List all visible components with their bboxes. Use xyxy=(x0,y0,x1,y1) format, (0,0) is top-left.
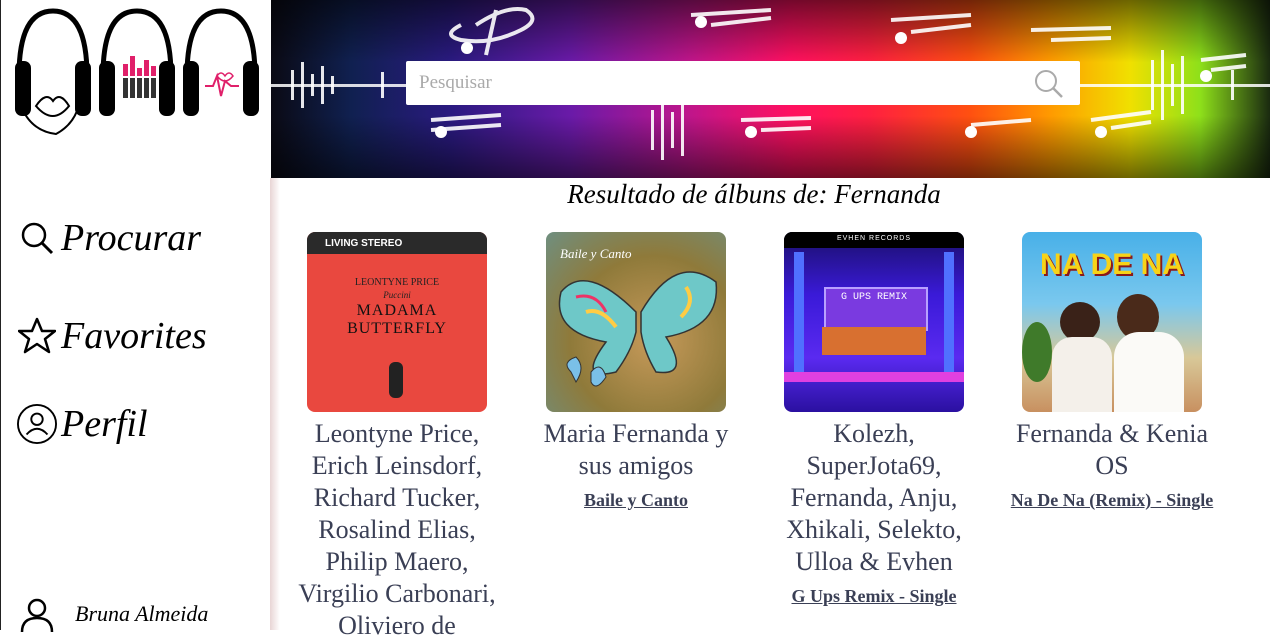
cover-top-text: LIVING STEREO xyxy=(325,238,403,249)
album-cover[interactable]: Baile y Canto xyxy=(546,232,726,412)
butterfly-icon xyxy=(558,271,718,387)
album-artist: Kolezh, SuperJota69, Fernanda, Anju, Xhi… xyxy=(786,419,962,576)
album-cover[interactable]: EVHEN RECORDS G UPS REMIX xyxy=(784,232,964,412)
cover-title-text: NA DE NA xyxy=(1040,248,1184,281)
cover-sub-text: Puccini xyxy=(383,290,411,300)
user-circle-icon xyxy=(17,404,57,444)
cover-title-1: MADAMA xyxy=(356,302,438,319)
album-title-link[interactable]: Baile y Canto xyxy=(526,490,746,511)
album-title-link[interactable]: G Ups Remix - Single xyxy=(764,586,984,607)
album-artist: Leontyne Price, Erich Leinsdorf, Richard… xyxy=(298,419,496,640)
album-cover[interactable]: LIVING STEREO LEONTYNE PRICE Puccini MAD… xyxy=(307,232,487,412)
album-cover[interactable]: NA DE NA xyxy=(1022,232,1202,412)
album-artist: Maria Fernanda y sus amigos xyxy=(543,419,729,480)
headphones-logo xyxy=(15,8,259,136)
album-card: LIVING STEREO LEONTYNE PRICE Puccini MAD… xyxy=(287,232,507,642)
cover-label-text: EVHEN RECORDS xyxy=(836,235,912,242)
sidebar-edge-shadow xyxy=(270,178,280,630)
album-title-link[interactable]: Na De Na (Remix) - Single xyxy=(1002,490,1222,511)
nav-favorites-label: Favorites xyxy=(61,315,207,357)
album-card: EVHEN RECORDS G UPS REMIX Kolezh, SuperJ… xyxy=(764,232,984,607)
nav-perfil-label: Perfil xyxy=(61,403,148,445)
user-icon xyxy=(20,598,54,632)
cover-title-2: BUTTERFLY xyxy=(347,320,447,337)
search-icon xyxy=(17,218,57,258)
cover-title-text: G UPS REMIX xyxy=(840,292,907,303)
nav-procurar-label: Procurar xyxy=(61,217,202,259)
user-profile[interactable]: Bruna Almeida xyxy=(19,596,208,632)
search-input[interactable] xyxy=(406,61,1026,105)
star-icon xyxy=(17,316,57,356)
search-button-icon[interactable] xyxy=(1034,69,1064,99)
user-name: Bruna Almeida xyxy=(75,601,209,626)
album-artist: Fernanda & Kenia OS xyxy=(1015,419,1209,480)
nav-procurar[interactable]: Procurar xyxy=(17,216,201,260)
nav-perfil[interactable]: Perfil xyxy=(17,402,148,446)
cover-artist-text: LEONTYNE PRICE xyxy=(354,277,440,288)
nav-favorites[interactable]: Favorites xyxy=(17,314,207,358)
album-card: Baile y Canto Maria Fernanda y sus amigo… xyxy=(526,232,746,511)
results-title: Resultado de álbuns de: Fernanda xyxy=(567,179,941,209)
sidebar: Procurar Favorites Perfil Bruna Almeida xyxy=(0,0,270,632)
search-bar xyxy=(406,61,1080,105)
album-card: NA DE NA Fernanda & Kenia OS Na De Na (R… xyxy=(1002,232,1222,511)
